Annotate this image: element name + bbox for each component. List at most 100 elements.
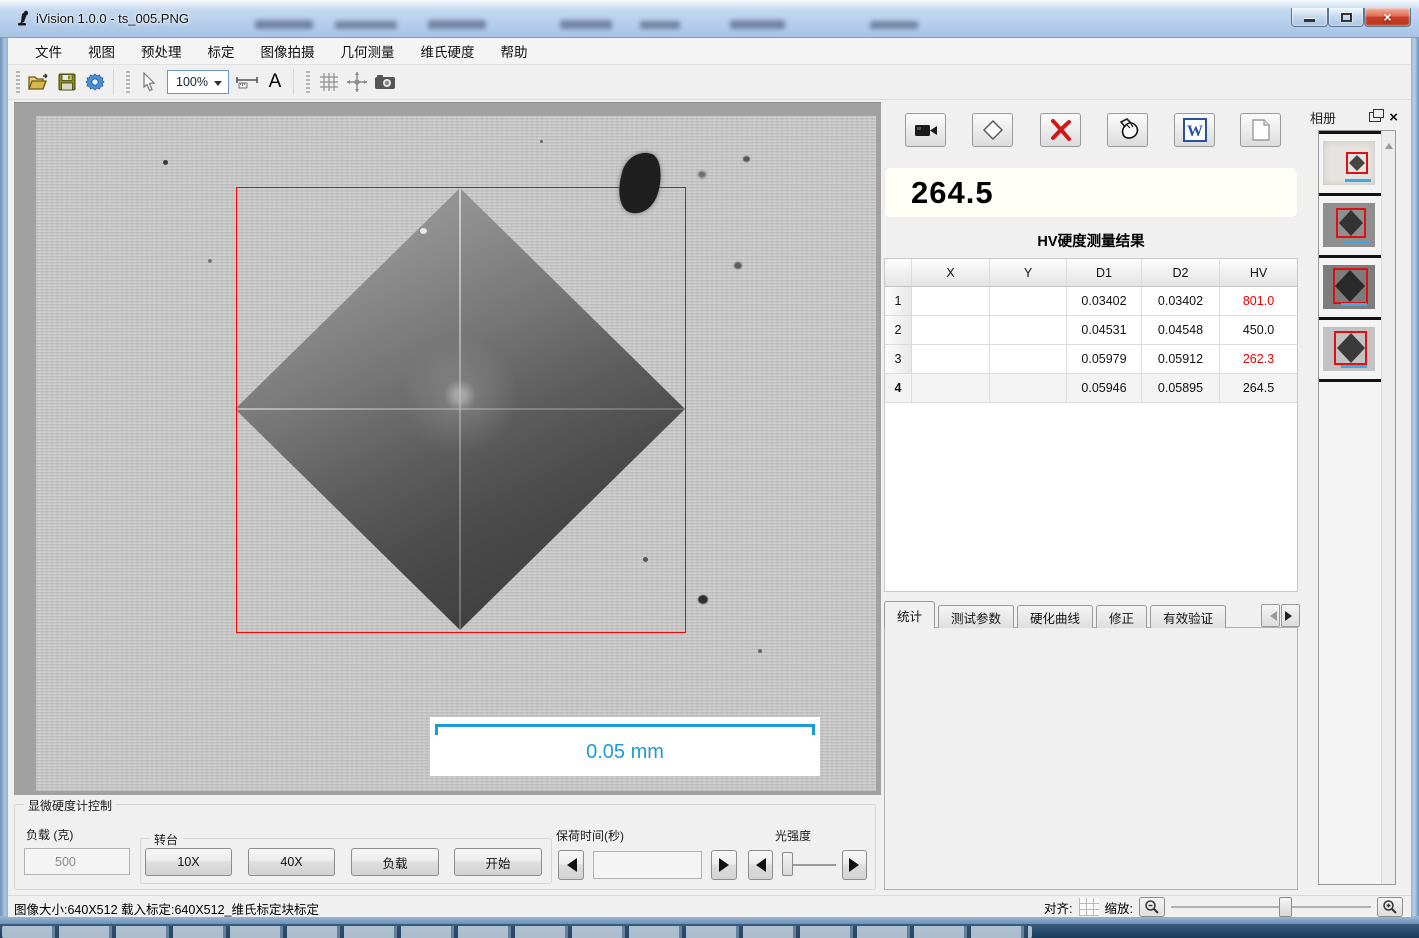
button-10x[interactable]: 10X: [145, 848, 232, 876]
cell-d1: 0.03402: [1067, 287, 1142, 316]
album-thumbnail[interactable]: [1319, 317, 1381, 379]
grid-icon: [319, 72, 339, 92]
measurement-box[interactable]: [236, 187, 686, 633]
close-icon: ×: [1383, 10, 1391, 24]
maximize-icon: [1341, 13, 1352, 22]
drag-move-button[interactable]: [1107, 113, 1148, 147]
align-label: 对齐:: [1044, 898, 1072, 917]
arrow-right-icon: [719, 858, 736, 872]
thumbnail-image: [1323, 265, 1375, 309]
tab-correction[interactable]: 修正: [1096, 605, 1147, 628]
tab-scroll-left-button[interactable]: [1261, 604, 1280, 627]
word-export-icon: W: [1183, 118, 1207, 142]
minimize-icon: [1304, 19, 1315, 22]
new-document-button[interactable]: [1240, 113, 1281, 147]
video-camera-icon: [914, 122, 938, 138]
hold-time-increase-button[interactable]: [711, 850, 737, 880]
microscope-image[interactable]: 0.05 mm: [36, 116, 876, 791]
menu-preprocess[interactable]: 预处理: [130, 38, 193, 64]
zoom-slider-track[interactable]: [1171, 906, 1371, 908]
button-start[interactable]: 开始: [454, 848, 542, 876]
toolbar-grip[interactable]: [306, 71, 310, 93]
menu-geometry-measure[interactable]: 几何测量: [330, 38, 406, 64]
menu-calibration[interactable]: 标定: [197, 38, 246, 64]
tab-validation[interactable]: 有效验证: [1150, 605, 1226, 628]
maximize-button[interactable]: [1328, 8, 1364, 27]
zoom-level-combo[interactable]: 100%: [167, 70, 229, 94]
window-title: iVision 1.0.0 - ts_005.PNG: [36, 11, 189, 26]
camera-capture-button[interactable]: [371, 69, 399, 95]
turntable-label: 转台: [150, 831, 182, 848]
light-decrease-button[interactable]: [748, 850, 773, 880]
background-blur: [870, 21, 918, 29]
window-frame-right: [1411, 38, 1419, 924]
table-row[interactable]: 1 0.03402 0.03402 801.0: [885, 287, 1297, 316]
save-button[interactable]: [53, 69, 81, 95]
load-input[interactable]: 500: [24, 848, 130, 875]
toolbar-grip[interactable]: [126, 71, 130, 93]
zoom-in-button[interactable]: [1377, 897, 1403, 917]
tab-hardening-curve[interactable]: 硬化曲线: [1017, 605, 1093, 628]
video-capture-button[interactable]: [905, 113, 946, 147]
measure-indent-button[interactable]: [972, 113, 1013, 147]
album-list[interactable]: [1318, 130, 1396, 885]
float-panel-icon[interactable]: [1369, 112, 1381, 122]
table-row[interactable]: 2 0.04531 0.04548 450.0: [885, 316, 1297, 345]
image-speck: [734, 262, 742, 269]
cursor-tool-button[interactable]: [135, 69, 163, 95]
hold-time-input[interactable]: [593, 851, 702, 879]
new-document-icon: [1252, 119, 1270, 141]
arrow-left-icon: [560, 858, 577, 872]
taskbar-buttons[interactable]: [2, 926, 1032, 938]
light-slider-thumb[interactable]: [782, 852, 793, 876]
menu-vickers-hardness[interactable]: 维氏硬度: [410, 38, 486, 64]
album-scrollbar[interactable]: [1381, 131, 1395, 884]
table-row-selected[interactable]: 4 0.05946 0.05895 264.5: [885, 374, 1297, 403]
table-row[interactable]: 3 0.05979 0.05912 262.3: [885, 345, 1297, 374]
title-bar[interactable]: iVision 1.0.0 - ts_005.PNG ×: [0, 0, 1419, 38]
arrow-left-icon: [1265, 611, 1277, 621]
light-increase-button[interactable]: [842, 850, 867, 880]
align-grid-icon[interactable]: [1079, 898, 1099, 916]
measure-tool-button[interactable]: [233, 69, 261, 95]
menu-image-capture[interactable]: 图像拍摄: [250, 38, 326, 64]
album-thumbnail[interactable]: [1319, 193, 1381, 255]
album-thumbnail[interactable]: [1319, 255, 1381, 317]
button-40x[interactable]: 40X: [248, 848, 335, 876]
hold-time-decrease-button[interactable]: [558, 850, 584, 880]
light-intensity-label: 光强度: [775, 827, 811, 844]
button-load[interactable]: 负载: [351, 848, 439, 876]
menu-file[interactable]: 文件: [24, 38, 73, 64]
close-button[interactable]: ×: [1364, 8, 1411, 27]
row-index: 1: [885, 287, 912, 316]
menu-help[interactable]: 帮助: [490, 38, 539, 64]
export-word-button[interactable]: W: [1174, 113, 1215, 147]
zoom-slider[interactable]: [1171, 897, 1371, 917]
windows-taskbar[interactable]: [0, 924, 1419, 938]
open-button[interactable]: [25, 69, 53, 95]
minimize-button[interactable]: [1291, 8, 1328, 27]
tab-statistics[interactable]: 统计: [884, 601, 935, 628]
zoom-slider-thumb[interactable]: [1279, 897, 1292, 917]
image-viewer[interactable]: 0.05 mm: [14, 102, 881, 795]
header-d2: D2: [1142, 259, 1220, 287]
grid-tool-button[interactable]: [315, 69, 343, 95]
cell-d2: 0.05895: [1142, 374, 1220, 403]
align-target-button[interactable]: [343, 69, 371, 95]
row-index: 4: [885, 374, 912, 403]
delete-result-button[interactable]: [1040, 113, 1081, 147]
text-tool-button[interactable]: A: [261, 69, 289, 95]
toolbar-grip[interactable]: [16, 71, 20, 93]
zoom-out-button[interactable]: [1139, 897, 1165, 917]
album-thumbnail[interactable]: [1319, 131, 1381, 193]
results-table[interactable]: X Y D1 D2 HV 1 0.03402 0.03402 801.0 2 0…: [884, 258, 1298, 592]
background-blur: [255, 20, 313, 29]
tab-scroll-right-button[interactable]: [1281, 604, 1300, 627]
toolbar: 100% A: [8, 65, 1411, 100]
settings-button[interactable]: [81, 69, 109, 95]
album-close-icon[interactable]: ×: [1389, 110, 1398, 125]
menu-view[interactable]: 视图: [77, 38, 126, 64]
cell-d2: 0.03402: [1142, 287, 1220, 316]
tab-test-parameters[interactable]: 测试参数: [938, 605, 1014, 628]
image-speck: [698, 171, 706, 178]
